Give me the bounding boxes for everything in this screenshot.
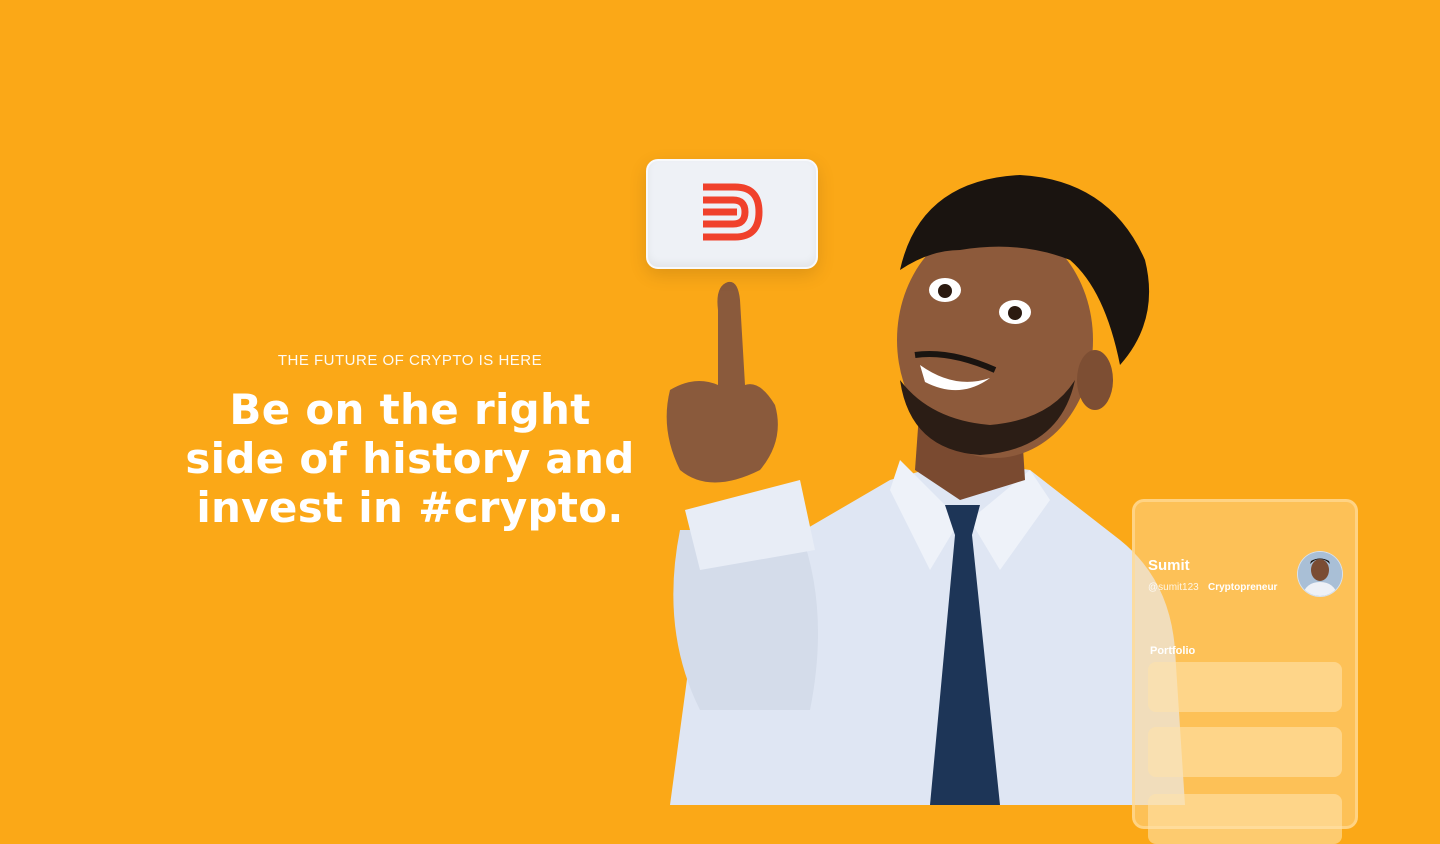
portfolio-label: Portfolio [1150,645,1196,657]
profile-name: Sumit [1148,557,1190,574]
brand-b-logo-icon [703,183,763,241]
profile-handle: @sumit123 [1148,582,1199,593]
hero-section: THE FUTURE OF CRYPTO IS HERE Be on the r… [150,352,670,532]
profile-card: Sumit @sumit123 Cryptopreneur Portfolio [1132,499,1358,844]
portfolio-slot[interactable] [1148,662,1342,712]
avatar [1297,551,1343,597]
logo-card [646,159,818,269]
headline-line-1: Be on the right [229,385,591,434]
portfolio-slot[interactable] [1148,727,1342,777]
profile-role: Cryptopreneur [1208,582,1278,593]
avatar-person-icon [1298,552,1342,596]
portfolio-slot[interactable] [1148,794,1342,844]
hero-eyebrow: THE FUTURE OF CRYPTO IS HERE [277,352,543,369]
hero-headline: Be on the right side of history and inve… [150,385,670,532]
headline-line-3: invest in #crypto. [196,483,624,532]
headline-line-2: side of history and [185,434,635,483]
